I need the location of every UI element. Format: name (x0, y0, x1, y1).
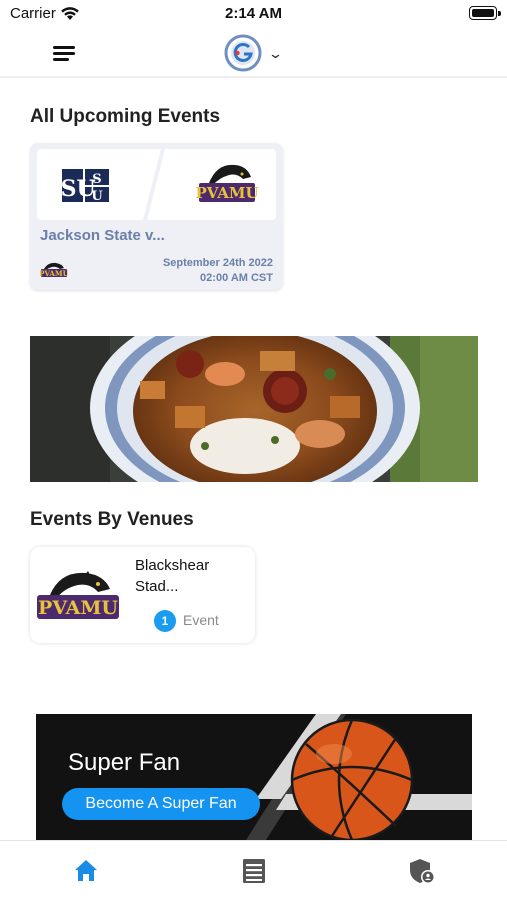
pvamu-logo: PVAMU (195, 164, 259, 202)
tab-bar (0, 840, 507, 900)
jsu-logo: JSU S U (48, 169, 109, 204)
venue-card[interactable]: PVAMU Blackshear Stad... 1 Event (30, 547, 255, 643)
event-count-label: Event (183, 612, 219, 628)
svg-text:PVAMU: PVAMU (40, 269, 68, 278)
app-header: ⌄ (0, 28, 507, 78)
brand-logo-icon (224, 34, 262, 72)
svg-text:JSU: JSU (48, 176, 95, 202)
list-icon[interactable] (240, 857, 268, 885)
venue-name: Blackshear Stad... (135, 557, 210, 595)
become-super-fan-button[interactable]: Become A Super Fan (62, 788, 260, 820)
food-promo-banner[interactable] (30, 336, 478, 482)
status-bar: Carrier 2:14 AM (0, 0, 507, 28)
event-datetime: September 24th 2022 02:00 AM CST (163, 256, 273, 286)
section-title-upcoming: All Upcoming Events (30, 106, 221, 127)
svg-text:PVAMU: PVAMU (195, 184, 258, 202)
battery-icon (469, 6, 501, 20)
shield-user-icon[interactable] (408, 857, 436, 885)
event-time: 02:00 AM CST (200, 272, 273, 284)
super-fan-title: Super Fan (68, 749, 181, 776)
event-card[interactable]: JSU S U PVAMU Jackson State v... PVAMU S… (30, 143, 283, 290)
clock: 2:14 AM (225, 5, 282, 22)
brand-switcher-button[interactable]: ⌄ (224, 34, 290, 72)
home-icon[interactable] (72, 857, 100, 885)
svg-text:U: U (91, 189, 103, 204)
svg-text:PVAMU: PVAMU (38, 597, 118, 619)
pvamu-logo: PVAMU (37, 571, 119, 619)
super-fan-banner: Super Fan Become A Super Fan (36, 714, 472, 840)
event-venue-logo: PVAMU (40, 262, 68, 278)
svg-text:S: S (92, 172, 101, 187)
event-count-badge: 1 (154, 610, 176, 632)
event-title: Jackson State v... (40, 227, 165, 244)
section-title-venues: Events By Venues (30, 509, 194, 530)
chevron-down-icon: ⌄ (267, 46, 284, 61)
hamburger-menu-icon[interactable] (50, 40, 78, 66)
event-matchup: JSU S U PVAMU (37, 149, 276, 220)
basketball-image (290, 718, 414, 840)
event-date: September 24th 2022 (162, 257, 273, 269)
